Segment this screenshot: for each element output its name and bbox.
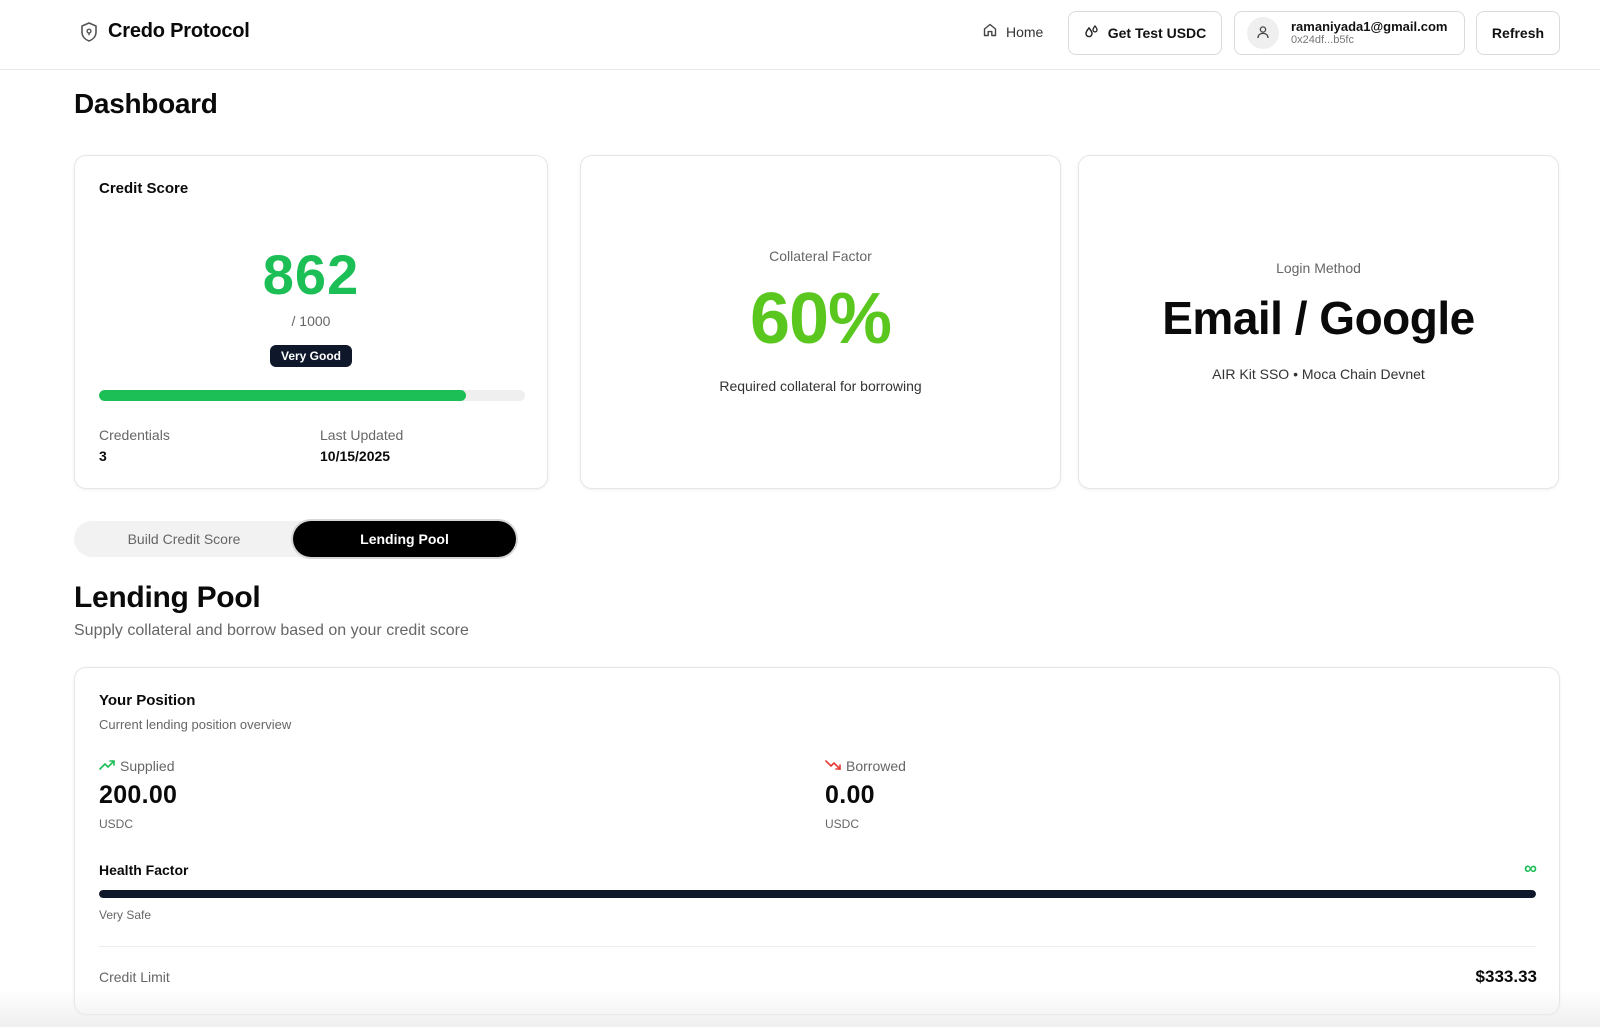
nav-home-link[interactable]: Home [982,22,1043,41]
supplied-header: Supplied [99,758,177,774]
login-method-value: Email / Google [1162,292,1475,344]
nav-home-label: Home [1006,23,1044,40]
last-updated-label: Last Updated [320,427,404,443]
collateral-factor-label: Collateral Factor [769,248,872,264]
borrowed-metric: Borrowed 0.00 USDC [825,758,906,831]
credit-score-card: Credit Score 862 / 1000 Very Good Creden… [74,155,548,489]
position-title: Your Position [99,692,196,709]
rating-badge-wrap: Very Good [75,345,547,367]
supplied-metric: Supplied 200.00 USDC [99,758,177,831]
credentials-stat: Credentials 3 [99,427,170,464]
health-factor-status: Very Safe [99,908,152,922]
home-icon [982,22,998,41]
login-method-label: Login Method [1276,260,1361,276]
credit-limit-label: Credit Limit [99,969,170,985]
supplied-label: Supplied [120,758,175,774]
tab-lending-pool[interactable]: Lending Pool [293,521,516,557]
section-tabs: Build Credit Score Lending Pool [74,521,516,557]
last-updated-value: 10/15/2025 [320,448,391,464]
borrowed-value: 0.00 [825,781,875,809]
rating-badge: Very Good [269,345,353,367]
refresh-button[interactable]: Refresh [1476,11,1560,55]
health-factor-bar-fill [99,890,1536,898]
supplied-unit: USDC [99,817,134,831]
brand[interactable]: Credo Protocol [80,20,250,43]
wallet-address: 0x24df...b5fc [1291,34,1354,47]
divider [99,946,1536,947]
lending-pool-title: Lending Pool [74,581,261,614]
get-test-usdc-label: Get Test USDC [1107,25,1207,41]
brand-name: Credo Protocol [108,20,250,42]
avatar [1247,17,1279,49]
user-icon [1256,25,1270,42]
health-factor-value: ∞ [1524,858,1537,878]
tab-build-credit-score[interactable]: Build Credit Score [74,521,294,557]
collateral-factor-description: Required collateral for borrowing [719,378,922,394]
credit-score-progress-fill [99,390,467,401]
user-account-button[interactable]: ramaniyada1@gmail.com 0x24df...b5fc [1234,11,1465,55]
supplied-value: 200.00 [99,781,178,809]
page-title: Dashboard [74,88,218,119]
collateral-factor-card: Collateral Factor 60% Required collatera… [580,155,1061,489]
credit-score-max: / 1000 [291,313,331,329]
login-method-description: AIR Kit SSO • Moca Chain Devnet [1212,366,1425,382]
user-info: ramaniyada1@gmail.com 0x24df...b5fc [1291,19,1447,48]
credit-score-value: 862 [262,243,360,306]
borrowed-header: Borrowed [825,758,906,774]
trending-up-icon [99,758,115,774]
faucet-drops-icon [1084,24,1100,43]
credentials-label: Credentials [99,427,170,443]
shield-icon [80,21,98,43]
credentials-value: 3 [99,448,107,464]
your-position-card: Your Position Current lending position o… [74,667,1560,1015]
credit-score-title: Credit Score [99,180,189,197]
lending-pool-subtitle: Supply collateral and borrow based on yo… [74,622,469,639]
collateral-factor-value: 60% [749,279,892,359]
health-factor-bar [99,890,1536,898]
last-updated-stat: Last Updated 10/15/2025 [320,427,403,464]
credit-score-progress [99,390,525,401]
user-email: ramaniyada1@gmail.com [1291,18,1448,34]
position-subtitle: Current lending position overview [99,717,292,732]
credit-limit-value: $333.33 [1475,967,1537,986]
borrowed-unit: USDC [825,817,860,831]
top-header: Credo Protocol Home Get Test USDC ramani… [0,0,1600,70]
login-method-card: Login Method Email / Google AIR Kit SSO … [1078,155,1559,489]
get-test-usdc-button[interactable]: Get Test USDC [1068,11,1222,55]
health-factor-label: Health Factor [99,862,189,878]
trending-down-icon [825,758,841,774]
borrowed-label: Borrowed [846,758,906,774]
